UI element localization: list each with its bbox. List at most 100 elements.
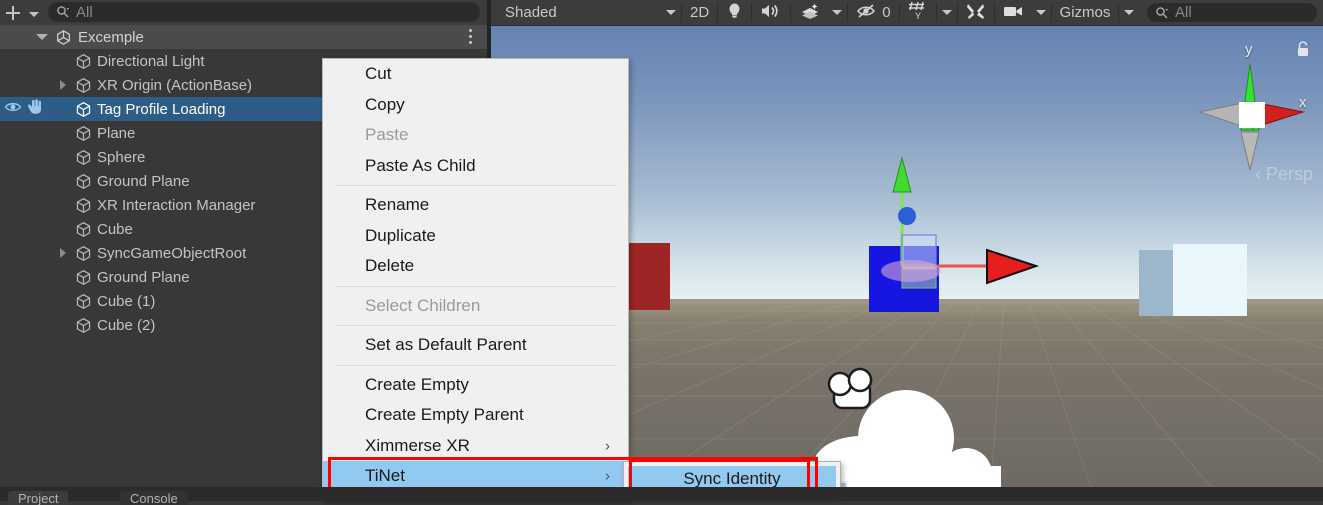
toolbar-divider [847,3,849,22]
add-gameobject-button[interactable] [2,2,24,24]
menu-item-ximmerse-xr[interactable]: Ximmerse XR › [323,431,628,462]
gizmos-button[interactable]: Gizmos [1053,0,1118,25]
hierarchy-row-label: Cube (1) [97,292,156,310]
menu-item-cut[interactable]: Cut [323,59,628,90]
projection-label[interactable]: ‹ Persp [1255,164,1313,185]
menu-item-label: Paste [365,125,409,145]
bottom-tab-strip: Project Console [0,487,1323,505]
gizmos-chevron-icon[interactable] [1120,0,1138,25]
eye-icon[interactable] [4,100,22,118]
hierarchy-row-label: XR Origin (ActionBase) [97,76,253,94]
menu-item-select-children: Select Children [323,291,628,322]
draw-mode-dropdown[interactable]: Shaded [491,0,662,25]
grid-snap-button[interactable]: Y [901,0,935,25]
move-gizmo[interactable] [791,116,1091,316]
menu-separator [335,185,616,186]
menu-item-create-empty[interactable]: Create Empty [323,370,628,401]
gizmos-label: Gizmos [1059,4,1111,21]
hierarchy-context-menu[interactable]: Cut Copy Paste Paste As Child Rename Duplicat… [322,58,629,501]
speaker-icon [760,3,782,23]
hierarchy-row-label: Tag Profile Loading [97,100,226,118]
expand-triangle-icon[interactable] [58,79,70,91]
menu-item-paste-as-child[interactable]: Paste As Child [323,151,628,182]
toolbar-divider [751,3,753,22]
expand-triangle-icon[interactable] [58,247,70,259]
tab-console[interactable]: Console [120,491,188,505]
menu-item-label: Duplicate [365,225,436,245]
unity-scene-icon [54,28,72,46]
menu-item-label: Ximmerse XR [365,435,470,455]
scene-tools-button[interactable] [959,0,993,25]
menu-item-label: Rename [365,195,430,215]
scene-root-row[interactable]: Excemple [0,25,489,49]
menu-item-label: TiNet [365,466,405,486]
camera-chevron-icon[interactable] [1032,0,1050,25]
hierarchy-row-label: Sphere [97,148,146,166]
expand-triangle-icon [58,223,70,235]
menu-item-label: Select Children [365,295,481,315]
2d-toggle-button[interactable]: 2D [683,0,716,25]
expand-triangle-icon [58,271,70,283]
expand-triangle-icon [58,295,70,307]
scene-search-field[interactable]: All [1147,3,1317,22]
grid-snap-chevron-icon[interactable] [938,0,956,25]
expand-triangle-icon [58,127,70,139]
chevron-down-icon[interactable] [24,2,42,24]
menu-item-rename[interactable]: Rename [323,190,628,221]
gameobject-cube-icon [74,100,92,118]
expand-triangle-icon [58,319,70,331]
scene-fx-chevron-icon[interactable] [828,0,846,25]
chevron-right-icon: › [605,437,610,455]
menu-item-label: Cut [365,64,392,84]
menu-separator [335,325,616,326]
menu-item-set-as-default-parent[interactable]: Set as Default Parent [323,330,628,361]
tab-project[interactable]: Project [8,491,69,505]
expand-triangle-icon [58,55,70,67]
hand-pointer-icon[interactable] [26,99,44,119]
axis-y-label: y [1245,41,1253,58]
menu-item-create-empty-parent[interactable]: Create Empty Parent [323,400,628,431]
hierarchy-row-label: Cube (2) [97,316,156,334]
scene-name-label: Excemple [78,28,144,46]
toolbar-divider [790,3,792,22]
lighting-toggle-button[interactable] [719,0,750,25]
tools-icon [966,2,986,24]
chevron-right-icon: › [605,467,610,485]
gameobject-cube-icon [74,172,92,190]
menu-item-paste: Paste [323,120,628,151]
expand-triangle-icon [58,103,70,115]
scene-overflow-menu-icon[interactable] [469,29,473,45]
menu-item-delete[interactable]: Delete [323,251,628,282]
draw-mode-chevron-icon[interactable] [662,0,680,25]
scene-expand-triangle-icon[interactable] [36,31,48,43]
gameobject-cube-icon [74,244,92,262]
gameobject-cube-icon [74,76,92,94]
menu-item-duplicate[interactable]: Duplicate [323,221,628,252]
hierarchy-row-label: XR Interaction Manager [97,196,256,214]
mouse-cursor-hand [816,367,1001,487]
menu-separator [335,364,616,366]
scene-visibility-button[interactable]: 0 [849,0,897,25]
grid-snap-icon: Y [908,1,928,24]
search-icon [1155,6,1173,20]
camera-icon [1003,4,1025,22]
lightbulb-icon [726,2,743,24]
menu-item-label: Delete [365,256,415,276]
scene-search-placeholder: All [1175,4,1192,21]
audio-toggle-button[interactable] [753,0,789,25]
menu-item-label: Copy [365,94,405,114]
menu-separator [335,285,616,287]
expand-triangle-icon [58,199,70,211]
scene-fx-button[interactable] [792,0,828,25]
lock-icon[interactable] [1295,40,1311,63]
row-visibility-icons[interactable] [0,97,56,121]
hierarchy-row-label: Ground Plane [97,268,190,286]
menu-item-copy[interactable]: Copy [323,90,628,121]
hierarchy-row-label: Directional Light [97,52,205,70]
2d-label: 2D [690,4,710,21]
scene-camera-button[interactable] [996,0,1032,25]
svg-text:Y: Y [915,11,921,20]
toolbar-divider [898,3,900,22]
menu-item-label: Create Empty Parent [365,405,524,425]
hierarchy-search-field[interactable]: All [48,2,480,22]
